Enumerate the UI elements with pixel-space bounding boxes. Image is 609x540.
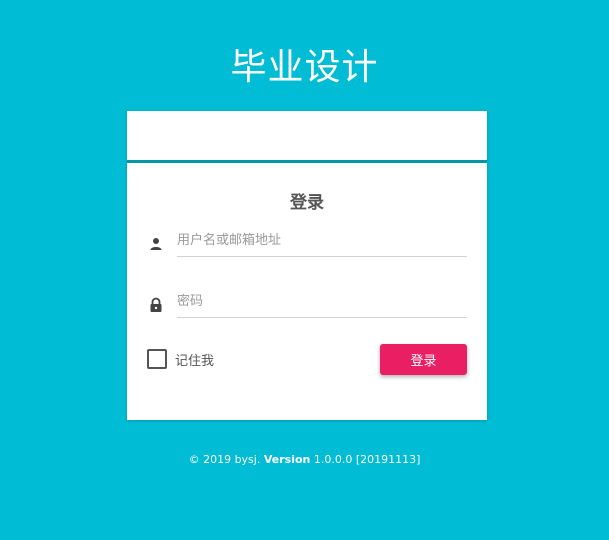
password-field [147,286,467,322]
username-field [147,225,467,261]
remember-checkbox[interactable] [147,349,167,369]
login-heading: 登录 [290,193,324,213]
remember-label: 记住我 [175,353,215,369]
login-button[interactable]: 登录 [380,344,467,375]
app-title: 毕业设计 [230,47,379,88]
version-label: Version [263,453,311,466]
login-card: 登录 记住我 登录 [127,111,487,420]
password-input[interactable] [177,286,467,318]
lock-icon [147,296,165,314]
card-header [127,111,487,163]
person-icon [147,235,165,253]
footer: © 2019 bysj. Version 1.0.0.0 [20191113] [0,451,609,469]
username-input[interactable] [177,225,467,257]
copyright-text: © 2019 bysj. [188,453,261,466]
remember-me[interactable]: 记住我 [147,349,214,369]
version-value: 1.0.0.0 [20191113] [313,453,421,466]
